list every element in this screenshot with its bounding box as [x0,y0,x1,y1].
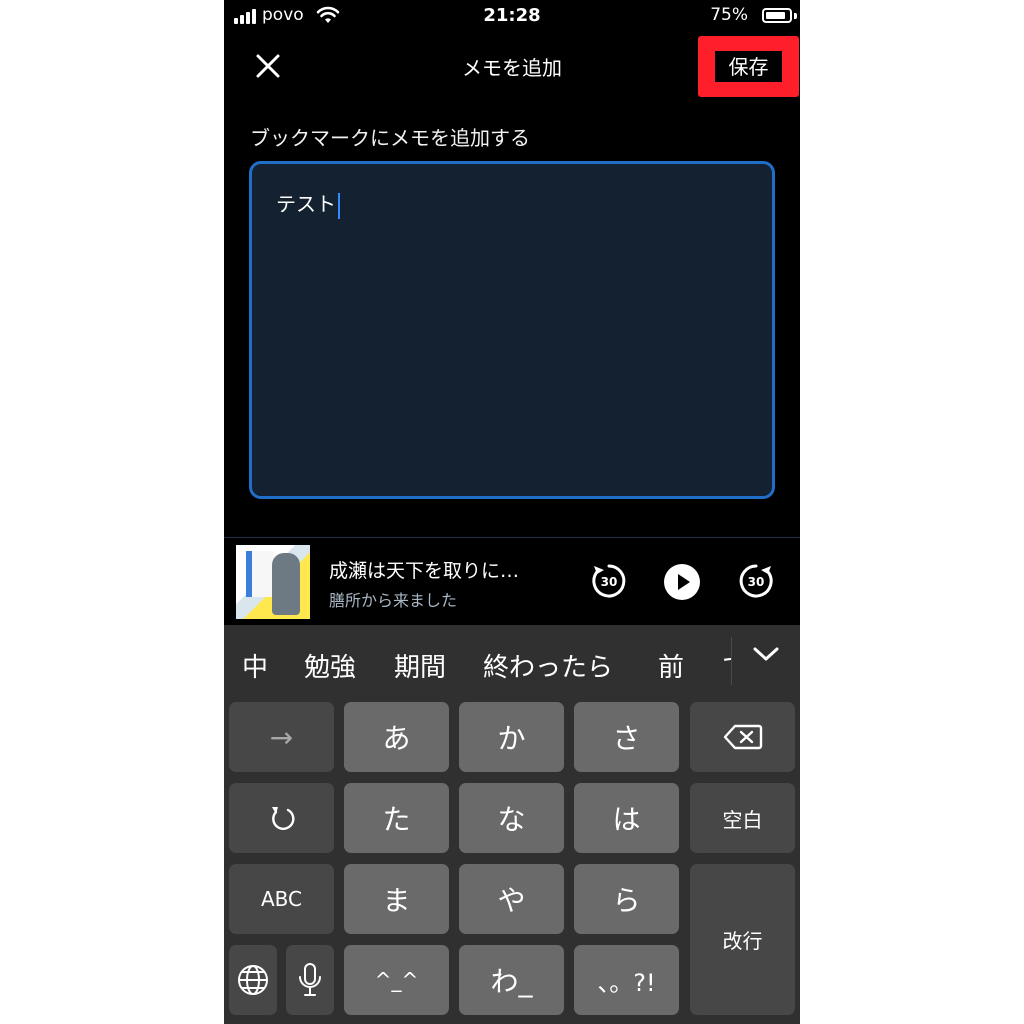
player-book-author: 膳所から来ました [329,591,458,610]
key-ha[interactable]: は [574,783,679,853]
key-a[interactable]: あ [344,702,449,772]
forward-30-label: 30 [748,575,765,589]
memo-textarea[interactable]: テスト [249,161,775,499]
player-book-title[interactable]: 成瀬は天下を取りに… [329,556,549,583]
key-ka[interactable]: か [459,702,564,772]
key-ra[interactable]: ら [574,864,679,934]
save-button-label: 保存 [715,51,782,82]
suggestion-item[interactable]: 中 [242,647,268,684]
play-icon[interactable] [663,563,701,601]
chevron-down-icon[interactable] [752,645,780,663]
undo-key[interactable] [229,783,334,853]
status-bar: povo 21:28 75% [224,0,800,34]
globe-key[interactable] [229,945,277,1015]
key-wa[interactable]: わ_ [459,945,564,1015]
suggestion-bar: 中 勉強 期間 終わったら 前 で [224,625,800,701]
phone-screen: povo 21:28 75% メモを追加 保存 ブックマークにメモを追加する テ… [224,0,800,1024]
memo-text-value: テスト [276,188,340,219]
rewind-30-label: 30 [601,575,618,589]
suggestion-item[interactable]: 勉強 [304,647,356,684]
microphone-icon [299,963,321,996]
suggestion-item[interactable]: 終わったら [483,647,613,684]
suggestion-item[interactable]: 期間 [394,647,446,684]
backspace-key[interactable] [690,702,795,772]
memo-field-label: ブックマークにメモを追加する [250,126,530,150]
battery-tip [794,13,797,19]
abc-key[interactable]: ABC [229,864,334,934]
emoticon-key[interactable]: ^_^ [344,945,449,1015]
suggestion-item[interactable]: 前 [658,647,684,684]
save-button[interactable]: 保存 [698,36,799,97]
globe-icon [238,965,268,995]
suggestion-divider [731,637,732,685]
battery-percentage: 75% [710,5,748,25]
forward-30-icon[interactable]: 30 [737,562,775,600]
key-ma[interactable]: ま [344,864,449,934]
key-na[interactable]: な [459,783,564,853]
punctuation-key[interactable]: 、。?! [574,945,679,1015]
space-key[interactable]: 空白 [690,783,795,853]
player-divider [224,537,800,538]
japanese-keyboard: 中 勉強 期間 終わったら 前 で → あ か さ [224,625,800,1024]
battery-icon [762,8,792,23]
enter-key[interactable]: 改行 [690,864,795,1015]
key-sa[interactable]: さ [574,702,679,772]
backspace-icon [723,724,762,750]
rewind-30-icon[interactable]: 30 [590,562,628,600]
suggestion-item[interactable]: で [722,647,731,684]
key-ya[interactable]: や [459,864,564,934]
book-cover-image[interactable] [236,545,310,619]
key-ta[interactable]: た [344,783,449,853]
text-cursor [338,192,340,219]
microphone-key[interactable] [286,945,334,1015]
next-candidate-key[interactable]: → [229,702,334,772]
undo-icon [271,807,294,831]
